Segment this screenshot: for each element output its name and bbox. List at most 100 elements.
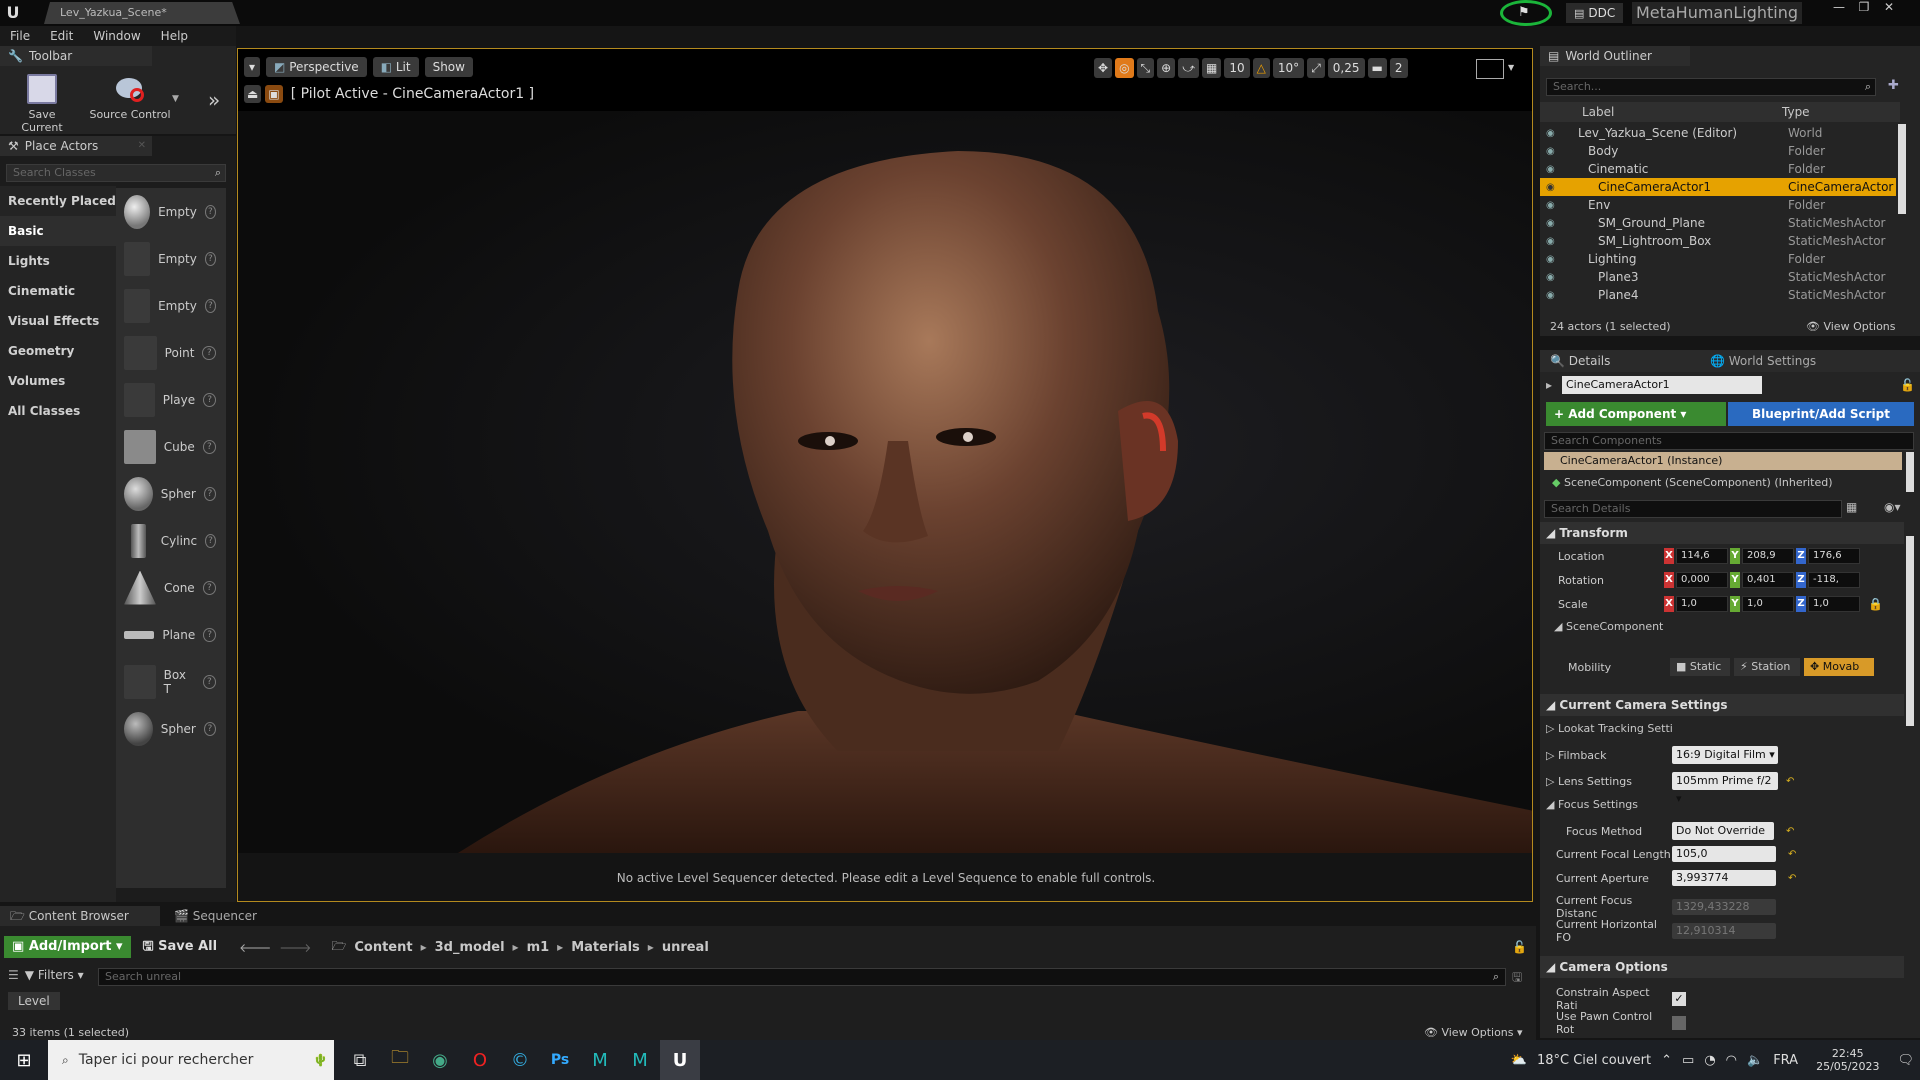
ddc-indicator[interactable]: ▤ DDC [1566, 3, 1624, 23]
mixer-icon[interactable]: M [580, 1040, 620, 1080]
visibility-eye-icon[interactable]: ◉ [1546, 164, 1560, 175]
level-viewport[interactable]: ▾ ◩ Perspective ◧ Lit Show ✥ ◎ ⤡ ⊕ ⤻ ▦ 1… [237, 48, 1533, 902]
components-scrollbar[interactable] [1906, 452, 1914, 492]
help-icon[interactable]: ? [204, 251, 216, 266]
help-icon[interactable]: ? [205, 533, 216, 548]
help-icon[interactable]: ? [202, 439, 216, 454]
category-visual-effects[interactable]: Visual Effects [0, 306, 116, 336]
visibility-eye-icon[interactable]: ◉ [1546, 254, 1560, 265]
outliner-search-input[interactable]: Search... ⌕ [1546, 78, 1876, 96]
viewport-options-button[interactable]: ▾ [244, 57, 261, 77]
label-column-header[interactable]: Label [1582, 105, 1762, 119]
outliner-scrollbar[interactable] [1898, 124, 1906, 214]
help-icon[interactable]: ? [203, 486, 216, 501]
toolbar-tab[interactable]: 🔧 Toolbar [0, 46, 152, 66]
details-scrollbar[interactable] [1906, 536, 1914, 726]
wifi-icon[interactable]: ◠ [1726, 1053, 1737, 1068]
weather-text[interactable]: 18°C Ciel couvert [1537, 1053, 1651, 1068]
visibility-eye-icon[interactable]: ◉ [1546, 146, 1560, 157]
location-y-input[interactable]: 208,9 [1742, 548, 1794, 564]
sequencer-tab[interactable]: 🎬 Sequencer [160, 906, 300, 926]
surface-snap-icon[interactable]: ⤻ [1178, 58, 1200, 78]
focus-settings-row[interactable]: ◢ Focus Settings [1546, 798, 1638, 811]
tree-row[interactable]: ◉ Body Folder [1540, 142, 1896, 160]
world-settings-tab[interactable]: 🌐 World Settings [1690, 354, 1816, 368]
visibility-eye-icon[interactable]: ◉ [1546, 290, 1560, 301]
perspective-button[interactable]: ◩ Perspective [266, 57, 367, 77]
grid-snap-icon[interactable]: ▦ [1202, 58, 1222, 78]
rotation-y-input[interactable]: 0,401 [1742, 572, 1794, 588]
source-control-icon[interactable]: ⚑ [1518, 5, 1534, 21]
pilot-camera-icon[interactable]: ▣ [265, 85, 283, 103]
path-content[interactable]: Content [354, 940, 412, 955]
scale-x-input[interactable]: 1,0 [1676, 596, 1728, 612]
tree-row[interactable]: ◉ Plane3 StaticMeshActor [1540, 268, 1896, 286]
source-control-button[interactable]: Source Control [88, 74, 172, 121]
menu-help[interactable]: Help [151, 26, 198, 46]
notifications-icon[interactable]: 🗨 [1897, 1053, 1914, 1068]
camera-speed-value[interactable]: 2 [1389, 58, 1408, 78]
lock-icon[interactable]: 🔓 [1512, 940, 1527, 954]
help-icon[interactable]: ? [203, 627, 216, 642]
unreal-taskbar-icon[interactable]: U [660, 1040, 700, 1080]
file-explorer-icon[interactable]: 🗀 [380, 1040, 420, 1080]
visibility-eye-icon[interactable]: ◉ [1546, 218, 1560, 229]
save-search-icon[interactable]: 🖫 [1512, 968, 1522, 989]
path-unreal[interactable]: unreal [662, 940, 709, 955]
source-control-dropdown-icon[interactable]: ▼ [172, 94, 179, 104]
tree-row[interactable]: ◉ SM_Ground_Plane StaticMeshActor [1540, 214, 1896, 232]
scale-z-input[interactable]: 1,0 [1808, 596, 1860, 612]
reset-arrow-icon[interactable]: ↶ [1788, 873, 1796, 884]
filmback-dropdown[interactable]: 16:9 Digital Film ▾ [1672, 746, 1778, 764]
reset-arrow-icon[interactable]: ↶ [1786, 826, 1794, 837]
forward-arrow-icon[interactable]: 🡒 [279, 940, 311, 955]
lock-icon[interactable]: 🔓 [1900, 378, 1915, 392]
constrain-aspect-checkbox[interactable]: ✓ [1672, 992, 1686, 1006]
focus-method-dropdown[interactable]: Do Not Override ▾ [1672, 822, 1774, 855]
save-all-button[interactable]: 🖫 Save All [139, 936, 222, 958]
outliner-view-options[interactable]: 👁 View Options [1806, 320, 1896, 333]
content-search-input[interactable]: Search unreal ⌕ [98, 968, 1506, 986]
help-icon[interactable]: ? [202, 674, 216, 689]
volume-icon[interactable]: 🔈 [1747, 1053, 1763, 1068]
folder-path-icon[interactable]: 🗁 [331, 937, 346, 958]
tree-row[interactable]: ◉ Cinematic Folder [1540, 160, 1896, 178]
content-view-options[interactable]: 👁 View Options ▾ [1424, 1026, 1523, 1039]
type-column-header[interactable]: Type [1782, 105, 1810, 119]
place-actors-tab[interactable]: ⚒ Place Actors ✕ [0, 136, 152, 156]
translate-icon[interactable]: ✥ [1094, 58, 1113, 78]
visibility-eye-icon[interactable]: ◉ [1546, 182, 1560, 193]
metahuman-icon[interactable]: M [620, 1040, 660, 1080]
battery-icon[interactable]: ▭ [1682, 1053, 1694, 1068]
scale-snap-icon[interactable]: ⤢ [1307, 58, 1325, 78]
back-arrow-icon[interactable]: 🡐 [239, 940, 271, 955]
lens-dropdown[interactable]: 105mm Prime f/2 ▾ [1672, 772, 1778, 805]
scene-component-row[interactable]: ◆ SceneComponent (SceneComponent) (Inher… [1552, 476, 1833, 489]
actor-box-trigger[interactable]: Box T? [116, 658, 226, 705]
mobility-stationary-button[interactable]: ⚡ Station [1734, 658, 1800, 676]
path-m1[interactable]: m1 [527, 940, 550, 955]
blueprint-add-script-button[interactable]: Blueprint/Add Script [1728, 402, 1914, 426]
mobility-static-button[interactable]: ■ Static [1670, 658, 1730, 676]
actor-sphere-trigger[interactable]: Spher? [116, 705, 226, 752]
scale-y-input[interactable]: 1,0 [1742, 596, 1794, 612]
filters-button[interactable]: ▼ Filters ▾ [25, 968, 84, 982]
visibility-eye-icon[interactable]: ◉ [1546, 236, 1560, 247]
tree-row[interactable]: ◉ Lighting Folder [1540, 250, 1896, 268]
rotate-icon[interactable]: ◎ [1115, 58, 1134, 78]
help-icon[interactable]: ? [204, 204, 216, 219]
menu-file[interactable]: File [0, 26, 40, 46]
photoshop-icon[interactable]: Ps [540, 1040, 580, 1080]
tray-chevron-icon[interactable]: ⌃ [1661, 1053, 1672, 1068]
expand-toolbar-icon[interactable]: » [208, 88, 220, 112]
scale-snap-value[interactable]: 0,25 [1327, 58, 1365, 78]
actor-cone[interactable]: Cone? [116, 564, 226, 611]
location-x-input[interactable]: 114,6 [1676, 548, 1728, 564]
category-cinematic[interactable]: Cinematic [0, 276, 116, 306]
tab-close-icon[interactable]: ✕ [138, 136, 146, 156]
aperture-input[interactable]: 3,993774 [1672, 870, 1776, 886]
actor-cylinder[interactable]: Cylinc? [116, 517, 226, 564]
content-browser-tab[interactable]: 🗁 Content Browser [0, 906, 160, 926]
clock[interactable]: 22:45 25/05/2023 [1816, 1047, 1879, 1073]
help-icon[interactable]: ? [203, 721, 216, 736]
